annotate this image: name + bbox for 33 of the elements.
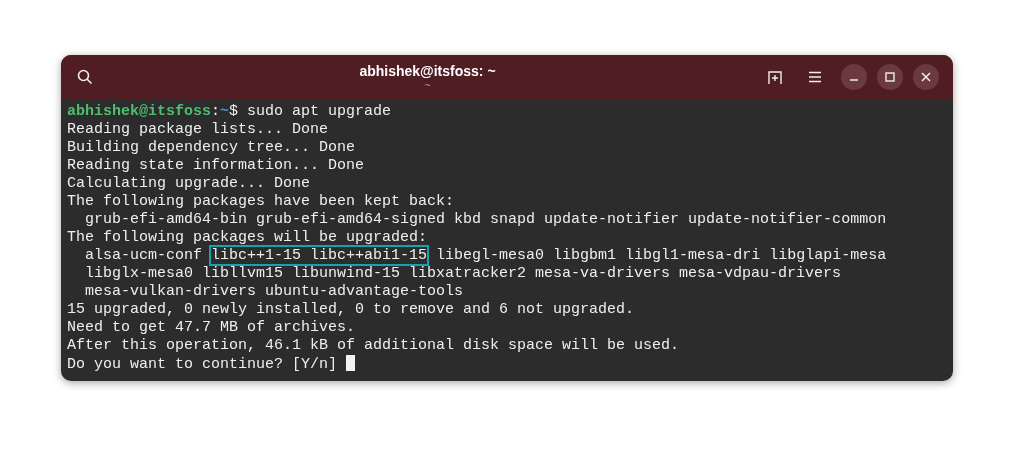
minimize-icon	[850, 79, 858, 81]
prompt-path: ~	[220, 103, 230, 120]
terminal-text: After this operation, 46.1 kB of additional disk space will be used.	[67, 337, 680, 354]
highlighted-text: libc++1-15 libc++abi1-15	[211, 247, 428, 264]
terminal-text: Calculating upgrade... Done	[67, 175, 311, 192]
search-button[interactable]	[75, 67, 95, 87]
terminal-text: The following packages have been kept back:	[67, 193, 455, 210]
text-cursor	[346, 355, 356, 371]
maximize-button[interactable]	[877, 64, 903, 90]
window-subtitle: ~	[424, 80, 431, 91]
terminal-text: mesa-vulkan-drivers ubuntu-advantage-tools	[84, 283, 464, 300]
new-tab-icon	[767, 69, 783, 85]
window-title: abhishek@itsfoss: ~	[359, 64, 496, 78]
terminal-text: grub-efi-amd64-bin grub-efi-amd64-signed kbd snapd update-notifier update-notifier-common	[84, 211, 887, 228]
close-icon	[921, 72, 931, 82]
terminal-text: The following packages will be upgraded:	[67, 229, 428, 246]
minimize-button[interactable]	[841, 64, 867, 90]
maximize-icon	[885, 72, 895, 82]
terminal-text: Do you want to continue? [Y/n]	[67, 356, 339, 373]
menu-icon	[808, 71, 822, 83]
terminal-text: alsa-ucm-conf	[84, 247, 204, 264]
terminal-text: Need to get 47.7 MB of archives.	[67, 319, 356, 336]
prompt-user: abhishek@itsfoss	[67, 103, 212, 120]
search-icon	[77, 69, 93, 85]
terminal-text: Reading state information... Done	[67, 157, 365, 174]
close-button[interactable]	[913, 64, 939, 90]
terminal-text: Reading package lists... Done	[67, 121, 329, 138]
terminal-text: :	[211, 103, 221, 120]
terminal-text: libegl-mesa0 libgbm1 libgl1-mesa-dri libglapi-mesa	[435, 247, 887, 264]
terminal-text: Building dependency tree... Done	[67, 139, 356, 156]
terminal-text: $ sudo apt upgrade	[229, 103, 392, 120]
terminal-text: libglx-mesa0 libllvm15 libunwind-15 libxatracker2 mesa-va-drivers mesa-vdpau-drivers	[84, 265, 842, 282]
terminal-text: 15 upgraded, 0 newly installed, 0 to remove and 6 not upgraded.	[67, 301, 635, 318]
